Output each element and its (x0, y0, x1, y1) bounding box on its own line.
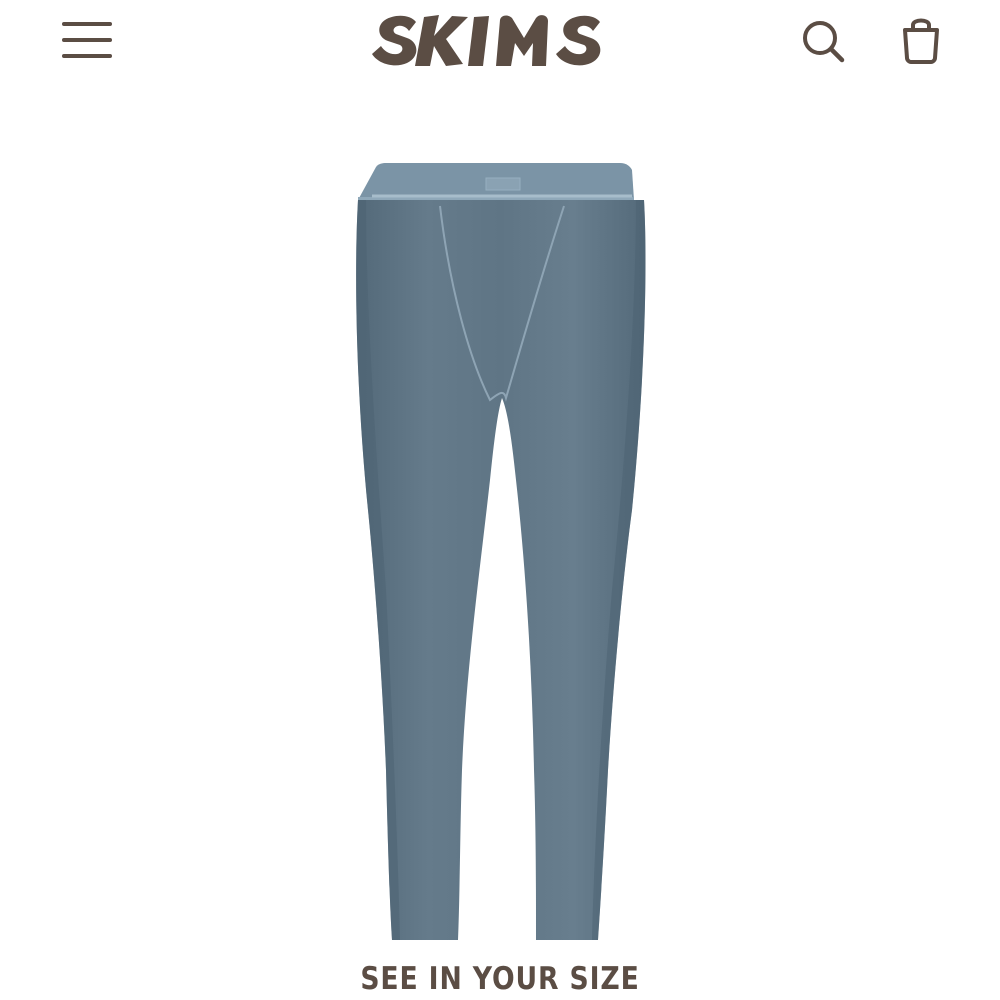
see-in-your-size-button[interactable]: SEE IN YOUR SIZE (70, 958, 930, 1000)
leggings-illustration (356, 163, 646, 1000)
search-icon (803, 21, 845, 63)
brand-logo[interactable]: SKIMS (370, 8, 605, 74)
menu-button[interactable] (58, 18, 116, 62)
product-page: SKIMS (0, 0, 1000, 1000)
skims-wordmark (372, 15, 601, 66)
shopping-bag-icon (903, 18, 939, 64)
search-button[interactable] (798, 14, 848, 66)
site-header: SKIMS (0, 0, 1000, 90)
product-image[interactable] (330, 150, 670, 1000)
hamburger-menu-icon (58, 18, 116, 62)
shopping-bag-button[interactable] (896, 12, 946, 68)
